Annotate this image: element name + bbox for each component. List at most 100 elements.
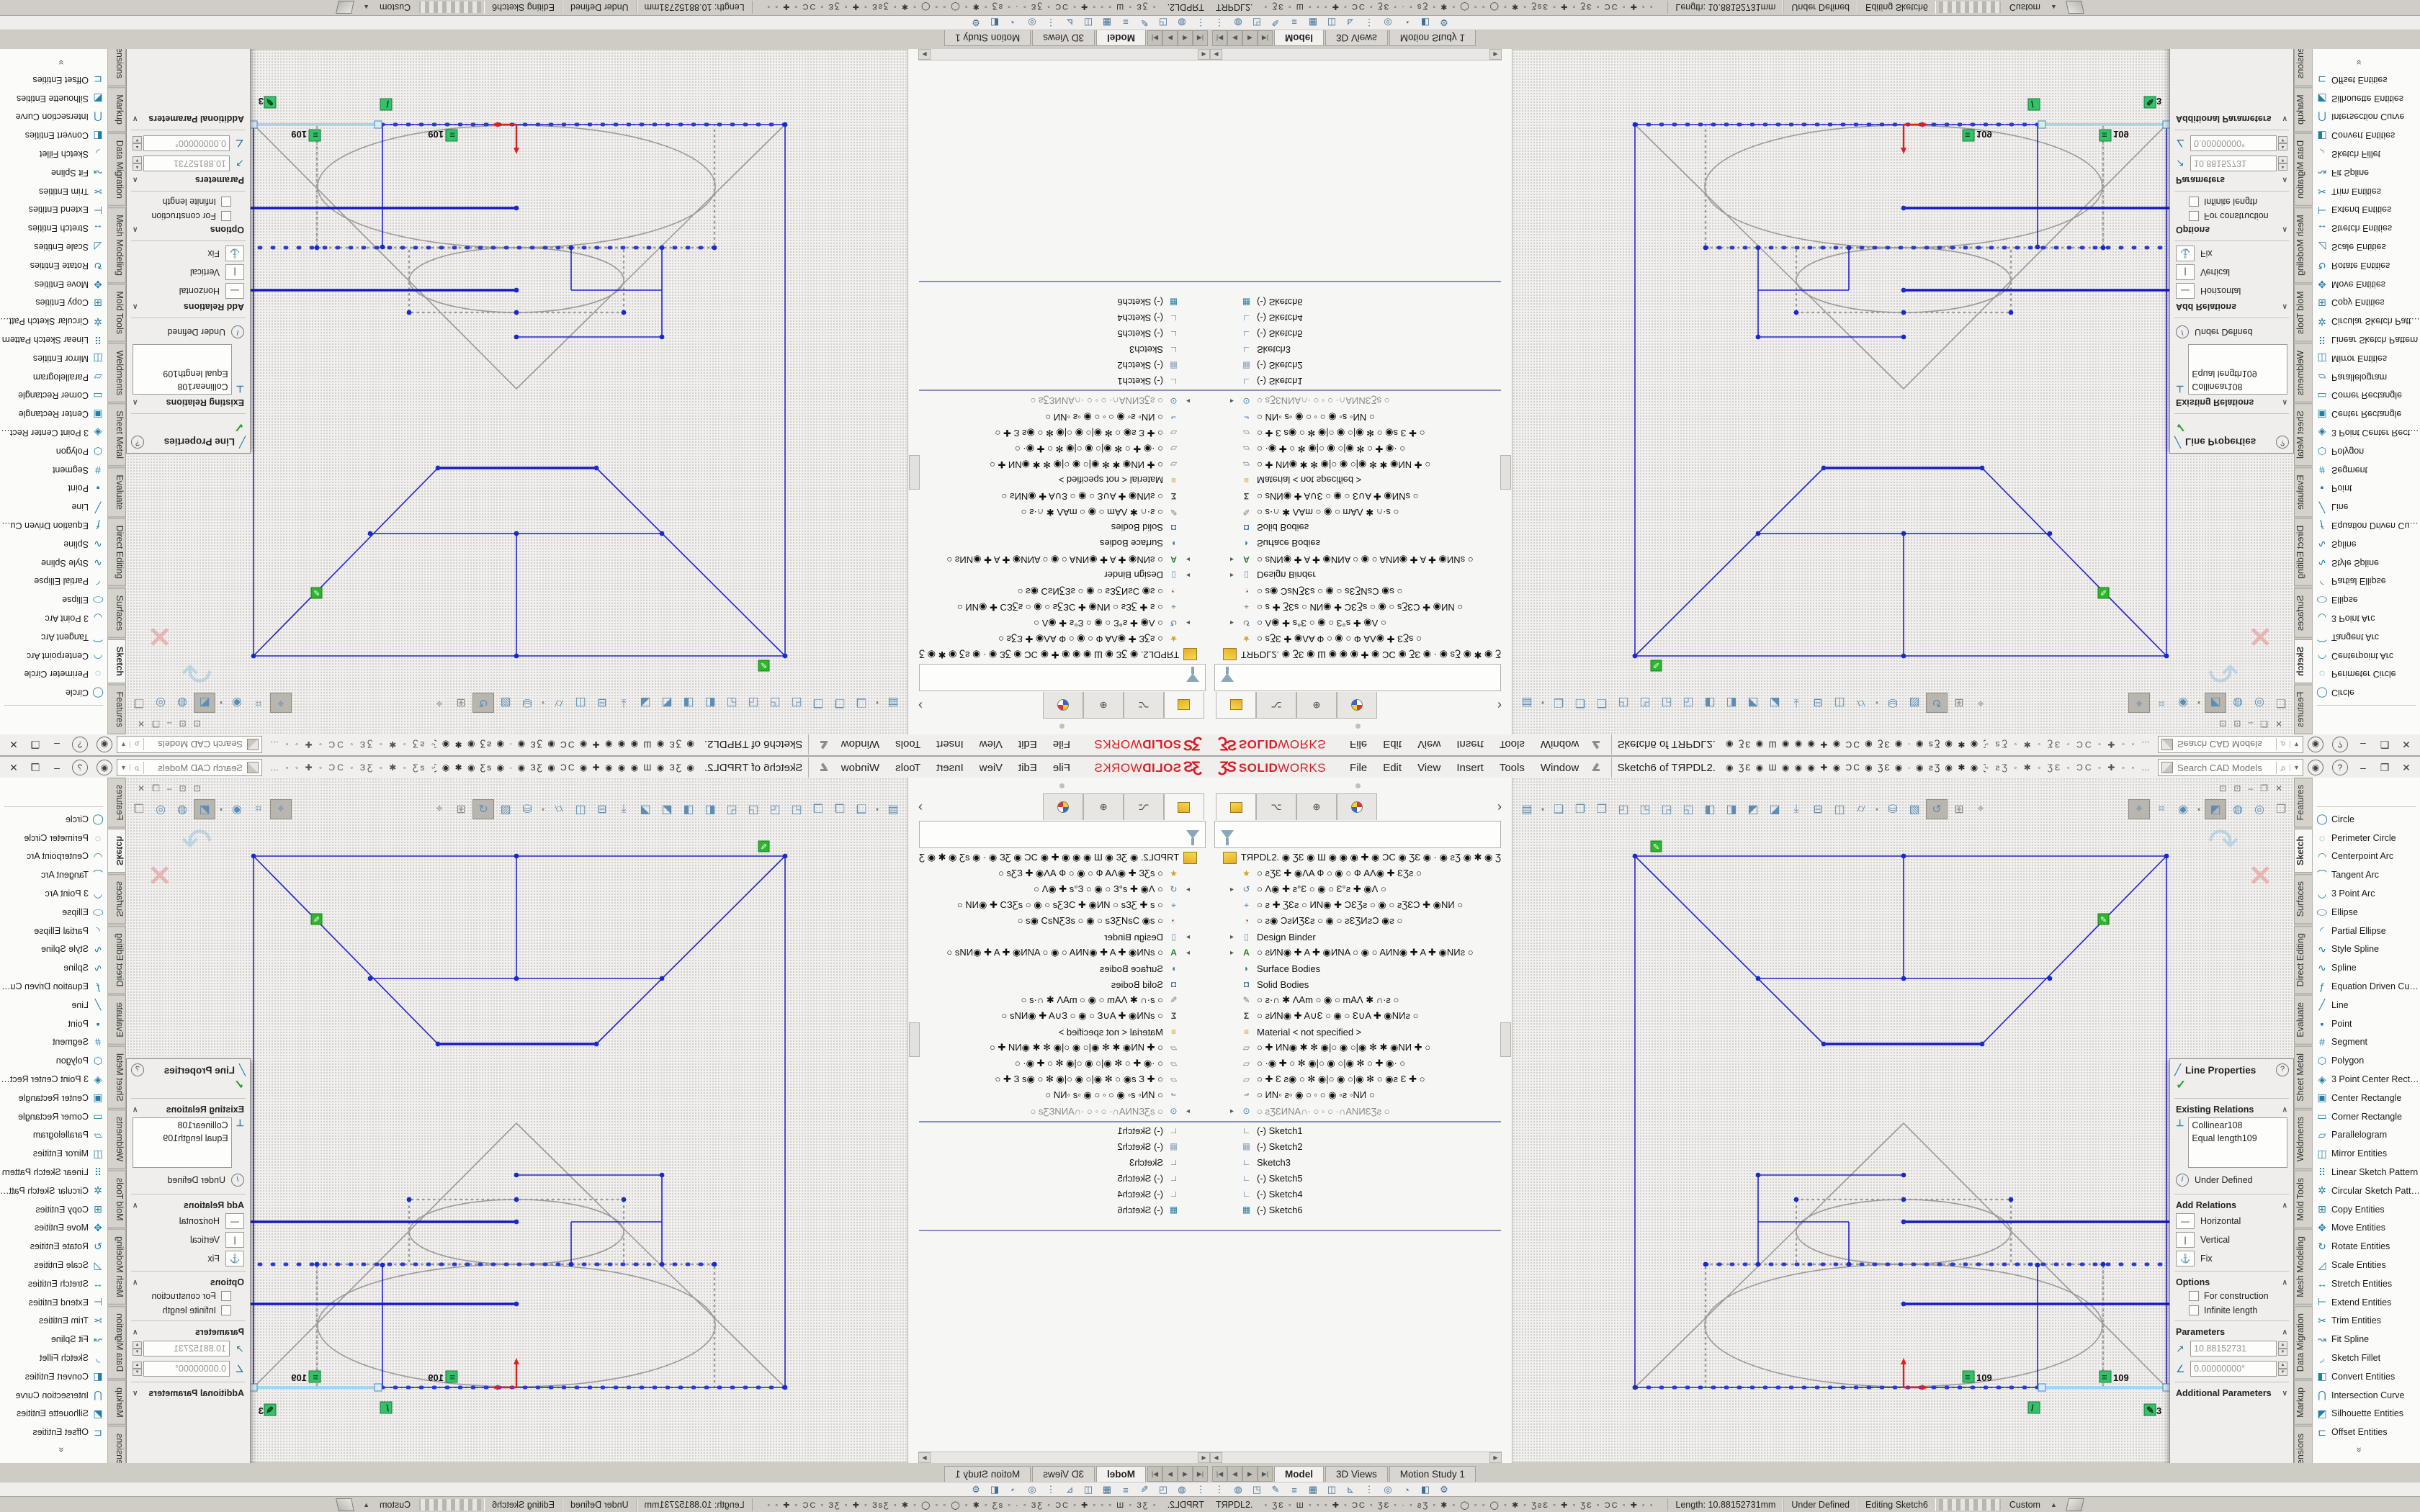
sketch-tool-item[interactable]: ⌒ Tangent Arc <box>0 628 107 647</box>
section-existing-relations[interactable]: Existing Relations∧ <box>2170 1102 2293 1116</box>
tab-nav-button[interactable]: |◀ <box>1212 1466 1227 1482</box>
search-icon[interactable]: ⌕ <box>2276 739 2290 751</box>
view-tool-icon[interactable]: ◨ <box>678 800 699 819</box>
close-button[interactable]: ✕ <box>3 739 24 751</box>
display-tool-icon[interactable]: ▦ <box>1098 17 1116 28</box>
add-relation-button[interactable]: ⚓ Fix <box>2170 1249 2293 1268</box>
tab-featuremanager[interactable] <box>1164 793 1204 820</box>
restore-button[interactable]: ❐ <box>2374 762 2396 774</box>
tree-item[interactable]: ▸ ○ ИN◦ ƨ◦ ◉ ○ ◦ ○ ◉ ◦ƨ ◦NИ ○ <box>919 1087 1210 1103</box>
add-relation-button[interactable]: | Vertical <box>127 1230 250 1249</box>
sketch-tool-item[interactable]: ∿ Style Spline <box>2313 940 2420 959</box>
sketch-tool-item[interactable]: ↔ Stretch Entities <box>2313 219 2420 238</box>
commandmanager-tab[interactable]: Surfaces <box>108 874 126 924</box>
relations-listbox[interactable]: Collinear108 Equal length109 <box>2188 344 2287 395</box>
sketch-tool-item[interactable]: ◿ Scale Entities <box>2313 238 2420 256</box>
tree-item[interactable]: ▸ ○ ƨ◉ ƆƨИƷƐƨ ○ ◉ ○ ƨƐƷИƨƆ ◉ƨ ○ <box>1210 913 1501 929</box>
tree-item[interactable]: ▸ Solid Bodies <box>919 976 1210 992</box>
status-sheet-icon[interactable] <box>336 1498 354 1511</box>
commandmanager-tab[interactable]: Surfaces <box>2294 588 2312 637</box>
view-tool-icon[interactable]: ▤ <box>1517 693 1537 712</box>
sketch-tool-item[interactable]: ⊏ Offset Entities <box>0 1423 107 1441</box>
splitter-handle[interactable] <box>1355 724 1361 729</box>
view-tool-icon[interactable]: ◫ <box>1829 800 1850 819</box>
sketch-tool-item[interactable]: ⌒ Tangent Arc <box>0 865 107 884</box>
view-tool-icon[interactable]: ◲ <box>743 800 763 819</box>
sketch-tool-item[interactable]: ↔ Stretch Entities <box>0 1274 107 1293</box>
display-tool-icon[interactable]: ⚙ <box>967 17 985 28</box>
ok-button[interactable]: ✓ <box>127 1078 250 1095</box>
view-tool-icon[interactable]: ◧ <box>700 693 720 712</box>
sketch-tool-item[interactable]: # Segment <box>0 1033 107 1052</box>
parameter-field[interactable]: 0.00000000° <box>2190 1361 2277 1377</box>
tree-item[interactable]: ▸ Material < not specified > <box>919 1024 1210 1040</box>
sketch-tool-item[interactable]: ⊞ Copy Entities <box>2313 293 2420 312</box>
sketch-tool-item[interactable]: ✂ Trim Entities <box>0 182 107 201</box>
sketch-tool-item[interactable]: ↝ Fit Spline <box>2313 1330 2420 1349</box>
menu-item[interactable]: Insert <box>1448 736 1492 754</box>
display-tool-icon[interactable]: ≡ <box>1285 1485 1304 1495</box>
sketch-tool-item[interactable]: ⬡ Polygon <box>0 442 107 461</box>
commandmanager-tab[interactable]: Sheet Metal <box>108 404 126 467</box>
view-tool-icon[interactable]: ◩ <box>1743 693 1763 712</box>
tree-filter[interactable] <box>1214 821 1501 848</box>
display-tool-icon[interactable]: ⋮ <box>1191 17 1210 28</box>
restore-button[interactable]: ❐ <box>24 762 46 774</box>
display-tool-icon[interactable]: ◎ <box>1379 17 1397 28</box>
sketch-tool-item[interactable]: ◠ Centerpoint Arc <box>2313 847 2420 866</box>
section-add-relations[interactable]: Add Relations∧ <box>2170 1197 2293 1212</box>
tree-item[interactable]: ▸ ○ ✚ Ɛ ƨ◉ ○ ✻ ◉|○ ◉ ○|◉ ✻ ○ ◉ƨ Ɛ ✚ ○ <box>1210 1071 1501 1087</box>
document-tab[interactable]: 3D Views <box>1325 1466 1388 1482</box>
tree-item[interactable]: ▸ ○ ✚ ИN◉ ✱ ✻ ◉|○ ◉ ○|◉ ✻ ✱ ◉NИ ✚ ○ <box>1210 1040 1501 1056</box>
display-tool-icon[interactable]: ⚙ <box>967 1484 985 1495</box>
search-dropdown-icon[interactable]: ▼ <box>117 764 130 771</box>
tree-item[interactable]: ▸ Material < not specified > <box>1210 1024 1501 1040</box>
tree-item[interactable]: ▸ ○ ·◉ ✚ ○ ✻ ◉|○ ◉ ○|◉ ✻ ○ ✚ ◉· ○ <box>1210 441 1501 456</box>
tree-item[interactable]: ▸ ○ ƨИN◉ ✚ A ✚ ◉ИNA ○ ◉ ○ AИN◉ ✚ A ✚ ◉NИ… <box>919 552 1210 567</box>
view-tool-icon[interactable]: ◳ <box>1635 800 1655 819</box>
tree-item[interactable]: ▸ ○ Ʌ◉ ✚ ƨ°Ɛ ○ ◉ ○ Ɛ°ƨ ✚ ◉Ʌ ○ <box>919 881 1210 897</box>
sketch-tool-item[interactable]: ◯ Circle <box>0 683 107 702</box>
display-tool-icon[interactable]: ◎ <box>151 693 171 712</box>
menu-item[interactable]: File <box>1045 759 1078 777</box>
tree-item[interactable]: ▸ ○ ƨ ✚ ƷƐƨ ○ ИN◉ ✚ ƆƐƷƨ ○ ◉ ○ ƨƷƐƆ ✚ ◉N… <box>1210 599 1501 615</box>
spinner[interactable]: ▲▼ <box>2278 1341 2287 1356</box>
checkbox-icon[interactable] <box>221 211 231 221</box>
section-parameters[interactable]: Parameters∧ <box>2170 174 2293 188</box>
tab-displaymanager[interactable]: ⌥ <box>1256 692 1296 719</box>
sketch-tool-item[interactable]: ◠ Centerpoint Arc <box>0 847 107 866</box>
mdi-control-icon[interactable]: – <box>167 719 172 729</box>
tree-item[interactable]: ▸ ○ Ʌ◉ ✚ ƨ°Ɛ ○ ◉ ○ Ɛ°ƨ ✚ ◉Ʌ ○ <box>1210 881 1501 897</box>
view-tool-icon[interactable]: ❏ <box>1549 800 1569 819</box>
display-tool-icon[interactable]: ◧ <box>985 1484 1004 1495</box>
tree-item[interactable]: ▸ ○ ƨИN◉ ✚ A ✚ ◉ИNA ○ ◉ ○ AИN◉ ✚ A ✚ ◉NИ… <box>919 945 1210 960</box>
sketch-tool-item[interactable]: ⠿ Linear Sketch Pattern <box>2313 1163 2420 1182</box>
display-tool-icon[interactable]: ◍ <box>2228 800 2248 819</box>
commandmanager-tab[interactable]: Data Migration <box>2294 133 2312 206</box>
rollback-bar[interactable] <box>1210 281 1501 282</box>
relation-badges[interactable]: ≡ 109 ≡ 109 / ✎ 3 <box>259 1371 457 1416</box>
view-tool-icon[interactable]: ◨ <box>1721 800 1742 819</box>
status-sheet-icon[interactable] <box>2066 1498 2084 1511</box>
tab-configurationmanager[interactable] <box>1043 692 1083 719</box>
menu-item[interactable]: Insert <box>928 759 972 777</box>
sketch-tool-item[interactable]: ✥ Move Entities <box>2313 275 2420 294</box>
tab-nav-button[interactable]: ◀ <box>1227 1466 1242 1482</box>
view-tool-icon[interactable]: ◫ <box>570 693 591 712</box>
commandmanager-tab[interactable]: Sketch <box>108 639 126 683</box>
view-tool-icon[interactable]: ⊟ <box>592 693 612 712</box>
tree-horizontal-scrollbar[interactable]: ◀ ▶ <box>918 49 1210 60</box>
tab-nav-button[interactable]: ▶| <box>1147 30 1162 46</box>
view-tool-icon[interactable]: ❏ <box>1549 693 1569 712</box>
tree-item[interactable]: ▸ (-) Sketch4 <box>1210 1186 1501 1202</box>
document-tab[interactable]: Model <box>1274 1466 1324 1482</box>
spinner[interactable]: ▲▼ <box>2278 156 2287 171</box>
mdi-control-icon[interactable]: ⊡ <box>2219 719 2226 729</box>
confirmation-corner[interactable]: ↶ ✕ <box>2208 619 2272 691</box>
parameter-field[interactable]: 0.00000000° <box>2190 135 2277 151</box>
panel-help-icon[interactable]: ? <box>2276 1063 2289 1076</box>
tab-featuremanager[interactable] <box>1216 692 1256 719</box>
sketch-tool-item[interactable]: ✲ Circular Sketch Pattern <box>2313 1182 2420 1200</box>
display-tool-icon[interactable]: ◫ <box>1322 17 1341 28</box>
display-tool-icon[interactable]: ◎ <box>2249 693 2269 712</box>
